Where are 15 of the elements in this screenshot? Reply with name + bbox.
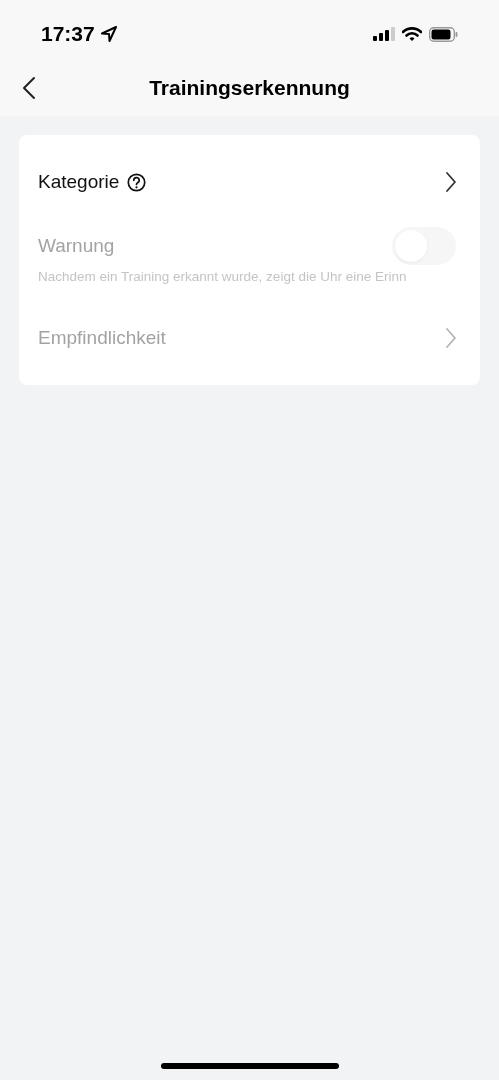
back-button[interactable] [20, 75, 38, 101]
settings-row[interactable]: Kategorie [19, 143, 480, 221]
chevron-icon [444, 171, 458, 193]
page-title: Trainingserkennung [149, 75, 350, 102]
battery-icon [429, 26, 458, 42]
signal-icon [373, 27, 395, 41]
setting-description: Nachdem ein Training erkannt wurde, zeigt die Uhr eine Erinn [38, 268, 408, 286]
help-icon[interactable] [127, 172, 147, 192]
wifi-icon [402, 26, 422, 42]
location-arrow-icon [100, 26, 117, 42]
status-time: 17:37 [41, 21, 95, 48]
row-label: Warnung [38, 233, 115, 258]
row-label: Empfindlichkeit [38, 326, 166, 350]
chevron-icon [444, 327, 458, 350]
row-label: Kategorie [38, 169, 120, 194]
